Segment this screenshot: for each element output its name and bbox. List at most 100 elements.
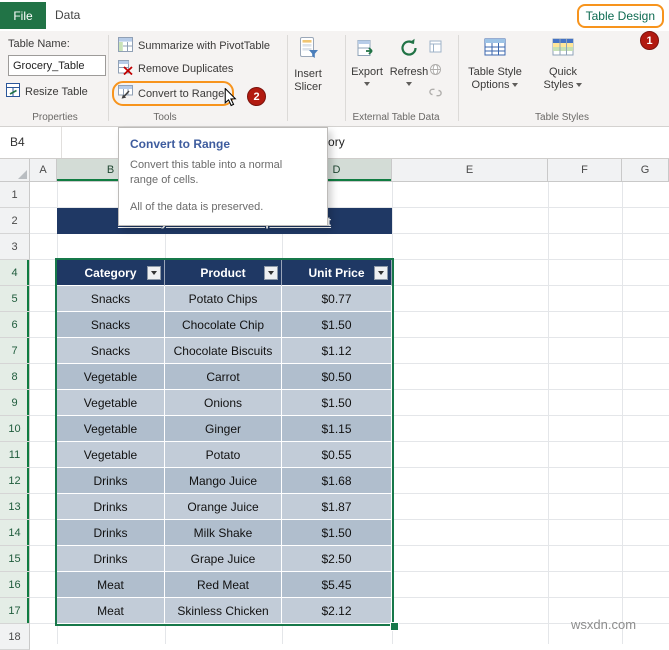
cell-D12[interactable]: $1.68 <box>282 468 392 494</box>
cell-C6[interactable]: Chocolate Chip <box>165 312 282 338</box>
column-header-E[interactable]: E <box>392 159 548 182</box>
filter-button[interactable] <box>374 266 388 280</box>
cell-D10[interactable]: $1.15 <box>282 416 392 442</box>
filter-button[interactable] <box>264 266 278 280</box>
row-header-16[interactable]: 16 <box>0 572 30 598</box>
cell-C16[interactable]: Red Meat <box>165 572 282 598</box>
table-header-product[interactable]: Product <box>165 260 282 286</box>
insert-slicer-button[interactable]: Insert Slicer <box>286 36 330 94</box>
cell-C10[interactable]: Ginger <box>165 416 282 442</box>
summarize-with-pivottable-button[interactable]: Summarize with PivotTable <box>118 37 270 55</box>
table-name-label: Table Name: <box>8 38 70 50</box>
tab-table-design[interactable]: Table Design <box>586 9 655 23</box>
cell-B15[interactable]: Drinks <box>57 546 165 572</box>
row-header-3[interactable]: 3 <box>0 234 30 260</box>
filter-arrow-icon <box>268 271 274 275</box>
row-header-1[interactable]: 1 <box>0 182 30 208</box>
resize-table-button[interactable]: Resize Table <box>6 83 88 100</box>
remove-duplicates-icon <box>118 60 133 78</box>
table-header-unit-price[interactable]: Unit Price <box>282 260 392 286</box>
cell-D16[interactable]: $5.45 <box>282 572 392 598</box>
resize-table-label: Resize Table <box>25 85 88 98</box>
cell-C7[interactable]: Chocolate Biscuits <box>165 338 282 364</box>
row-header-4[interactable]: 4 <box>0 260 30 286</box>
cell-C15[interactable]: Grape Juice <box>165 546 282 572</box>
cell-C8[interactable]: Carrot <box>165 364 282 390</box>
cell-C13[interactable]: Orange Juice <box>165 494 282 520</box>
cell-D11[interactable]: $0.55 <box>282 442 392 468</box>
cell-D14[interactable]: $1.50 <box>282 520 392 546</box>
cell-B9[interactable]: Vegetable <box>57 390 165 416</box>
cell-C11[interactable]: Potato <box>165 442 282 468</box>
refresh-button[interactable]: Refresh <box>388 38 430 86</box>
row-header-10[interactable]: 10 <box>0 416 30 442</box>
cell-B14[interactable]: Drinks <box>57 520 165 546</box>
cell-B10[interactable]: Vegetable <box>57 416 165 442</box>
cell-C9[interactable]: Onions <box>165 390 282 416</box>
row-header-9[interactable]: 9 <box>0 390 30 416</box>
row-header-11[interactable]: 11 <box>0 442 30 468</box>
export-button[interactable]: Export <box>347 38 387 86</box>
cell-D7[interactable]: $1.12 <box>282 338 392 364</box>
convert-to-range-tooltip: Convert to Range Convert this table into… <box>118 127 328 226</box>
cell-D15[interactable]: $2.50 <box>282 546 392 572</box>
cell-C5[interactable]: Potato Chips <box>165 286 282 312</box>
table-style-options-button[interactable]: Table Style Options <box>462 36 528 92</box>
gridline <box>622 182 623 644</box>
cell-C17[interactable]: Skinless Chicken <box>165 598 282 624</box>
filter-button[interactable] <box>147 266 161 280</box>
row-header-17[interactable]: 17 <box>0 598 30 624</box>
quick-styles-button[interactable]: Quick Styles <box>535 36 591 92</box>
formula-bar: B4 Category <box>0 127 669 159</box>
open-in-browser-icon[interactable] <box>429 63 442 81</box>
annotation-step-2: 2 <box>247 87 266 106</box>
cell-D5[interactable]: $0.77 <box>282 286 392 312</box>
row-header-6[interactable]: 6 <box>0 312 30 338</box>
row-header-14[interactable]: 14 <box>0 520 30 546</box>
tab-data[interactable]: Data <box>46 0 131 31</box>
cell-B6[interactable]: Snacks <box>57 312 165 338</box>
cell-B12[interactable]: Drinks <box>57 468 165 494</box>
insert-slicer-label-1: Insert <box>294 68 322 80</box>
cell-D9[interactable]: $1.50 <box>282 390 392 416</box>
name-box[interactable]: B4 <box>0 127 62 158</box>
row-header-2[interactable]: 2 <box>0 208 30 234</box>
insert-slicer-label-2: Slicer <box>294 81 322 93</box>
cell-B11[interactable]: Vegetable <box>57 442 165 468</box>
tab-file[interactable]: File <box>0 2 46 29</box>
cell-C12[interactable]: Mango Juice <box>165 468 282 494</box>
cell-B13[interactable]: Drinks <box>57 494 165 520</box>
row-header-18[interactable]: 18 <box>0 624 30 650</box>
row-header-8[interactable]: 8 <box>0 364 30 390</box>
external-data-mini-buttons <box>429 40 442 104</box>
table-header-category[interactable]: Category <box>57 260 165 286</box>
row-header-5[interactable]: 5 <box>0 286 30 312</box>
convert-to-range-button[interactable]: Convert to Range <box>112 81 234 106</box>
row-header-7[interactable]: 7 <box>0 338 30 364</box>
fill-handle[interactable] <box>390 622 399 631</box>
remove-duplicates-button[interactable]: Remove Duplicates <box>118 60 233 78</box>
cell-B16[interactable]: Meat <box>57 572 165 598</box>
select-all-corner[interactable] <box>0 159 30 182</box>
cell-D17[interactable]: $2.12 <box>282 598 392 624</box>
cell-B17[interactable]: Meat <box>57 598 165 624</box>
cell-B8[interactable]: Vegetable <box>57 364 165 390</box>
cell-D8[interactable]: $0.50 <box>282 364 392 390</box>
row-header-13[interactable]: 13 <box>0 494 30 520</box>
row-header-15[interactable]: 15 <box>0 546 30 572</box>
cell-B7[interactable]: Snacks <box>57 338 165 364</box>
unlink-icon[interactable] <box>429 86 442 104</box>
cell-D6[interactable]: $1.50 <box>282 312 392 338</box>
cell-D13[interactable]: $1.87 <box>282 494 392 520</box>
cell-C14[interactable]: Milk Shake <box>165 520 282 546</box>
row-header-12[interactable]: 12 <box>0 468 30 494</box>
column-header-G[interactable]: G <box>622 159 669 182</box>
insert-slicer-icon <box>297 36 319 64</box>
table-name-input[interactable] <box>8 55 106 76</box>
table-styles-group-label: Table Styles <box>535 112 589 123</box>
cell-B5[interactable]: Snacks <box>57 286 165 312</box>
column-header-F[interactable]: F <box>548 159 622 182</box>
table-header-label: Category <box>84 265 137 280</box>
table-properties-icon[interactable] <box>429 40 442 58</box>
column-header-A[interactable]: A <box>30 159 57 182</box>
